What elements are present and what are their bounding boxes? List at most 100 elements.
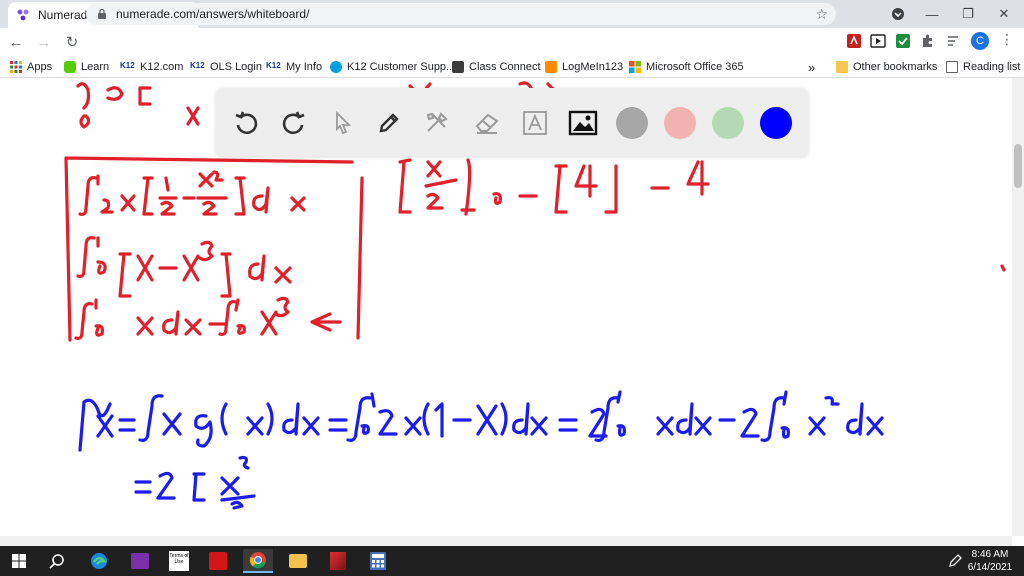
taskbar-app[interactable] — [323, 549, 353, 573]
color-swatch-gray[interactable] — [616, 107, 648, 139]
chrome-icon — [249, 552, 266, 569]
folder-icon — [836, 61, 848, 73]
taskbar-calculator[interactable] — [363, 549, 393, 573]
taskbar-chrome[interactable] — [243, 549, 273, 573]
edge-icon — [91, 553, 107, 569]
bookmark-label: Class Connect — [469, 61, 541, 73]
arrow-left-icon: ← — [8, 33, 24, 51]
reload-icon: ↻ — [65, 34, 79, 51]
url-text: numerade.com/answers/whiteboard/ — [116, 7, 310, 21]
forward-button[interactable]: → — [32, 30, 56, 54]
terms-of-use-icon: Terms of Use — [169, 551, 189, 571]
text-icon — [523, 111, 547, 135]
puzzle-extensions-icon[interactable] — [920, 33, 936, 49]
pdf-extension-icon[interactable] — [846, 33, 862, 49]
taskbar-edge[interactable] — [84, 549, 114, 573]
scrollbar-thumb[interactable] — [1014, 144, 1022, 188]
taskbar-acrobat[interactable] — [203, 549, 233, 573]
color-swatch-blue[interactable] — [760, 107, 792, 139]
bookmark-label: LogMeIn123 — [562, 61, 624, 73]
bookmark-label: My Info — [286, 61, 323, 73]
bookmark-k12[interactable]: K12 K12.com — [120, 59, 183, 75]
taskbar-teams[interactable] — [125, 549, 155, 573]
acrobat-icon — [209, 552, 227, 570]
lightning-app-icon — [330, 552, 346, 570]
presenter-app-icon — [131, 553, 149, 569]
tab-search-icon — [892, 8, 904, 20]
undo-icon — [235, 111, 258, 135]
bookmark-class-connect[interactable]: Class Connect — [452, 59, 541, 75]
window-close-button[interactable]: ✕ — [986, 0, 1022, 28]
back-button[interactable]: ← — [4, 30, 28, 54]
bookmark-label: K12 Customer Supp... — [347, 61, 456, 73]
k12-icon: K12 — [120, 61, 135, 70]
horizontal-scrollbar[interactable] — [0, 536, 1012, 546]
restore-button[interactable]: ❐ — [950, 0, 986, 28]
bookmark-office-365[interactable]: Microsoft Office 365 — [629, 59, 744, 75]
bookmark-label: K12.com — [140, 61, 184, 73]
reload-button[interactable]: ↻ — [60, 30, 84, 54]
vertical-scrollbar[interactable] — [1012, 78, 1024, 536]
bookmark-label: OLS Login — [210, 61, 262, 73]
bookmark-my-info[interactable]: K12 My Info — [266, 59, 322, 75]
office-icon — [629, 61, 641, 73]
other-bookmarks[interactable]: Other bookmarks — [836, 59, 937, 75]
image-icon — [568, 110, 598, 136]
bookmark-k12-customer-support[interactable]: K12 Customer Supp... — [330, 59, 455, 75]
eraser-tool-button[interactable] — [472, 108, 502, 138]
pen-tool-button[interactable] — [374, 108, 404, 138]
k12-icon: K12 — [266, 61, 281, 70]
bookmark-star-icon[interactable]: ☆ — [815, 6, 828, 23]
text-tool-button[interactable] — [520, 108, 550, 138]
address-bar[interactable]: numerade.com/answers/whiteboard/ ☆ — [86, 3, 836, 25]
folder-icon — [289, 554, 307, 568]
blue-ink-strokes — [78, 390, 884, 510]
windows-logo-icon — [12, 554, 26, 568]
redo-button[interactable] — [278, 108, 308, 138]
taskbar-file-explorer[interactable] — [283, 549, 313, 573]
bookmark-logmein123[interactable]: LogMeIn123 — [545, 59, 623, 75]
bookmark-ols-login[interactable]: K12 OLS Login — [190, 59, 262, 75]
tools-button[interactable] — [422, 108, 452, 138]
bookmarks-overflow-button[interactable]: » — [808, 59, 815, 75]
bookmark-label: Reading list — [963, 61, 1021, 73]
screencast-extension-icon[interactable] — [870, 33, 886, 49]
bookmark-label: Microsoft Office 365 — [646, 61, 744, 73]
apps-grid-icon — [10, 61, 22, 73]
redo-icon — [282, 111, 305, 135]
reading-list[interactable]: Reading list — [946, 59, 1020, 75]
tab-search-button[interactable] — [880, 0, 916, 28]
minimize-button[interactable]: — — [914, 0, 950, 28]
calculator-icon — [370, 552, 386, 570]
class-connect-icon — [452, 61, 464, 73]
bookmark-apps[interactable]: Apps — [10, 59, 52, 75]
profile-avatar[interactable]: C — [971, 32, 989, 50]
clock-date: 6/14/2021 — [967, 562, 1013, 573]
eraser-icon — [475, 113, 499, 134]
chrome-menu-icon[interactable]: ⋮ — [1000, 31, 1016, 47]
start-button[interactable] — [4, 549, 34, 573]
pointer-icon — [336, 110, 352, 135]
logmein-icon — [545, 61, 557, 73]
search-button[interactable] — [42, 549, 72, 573]
tools-icon — [426, 112, 448, 132]
image-tool-button[interactable] — [568, 108, 598, 138]
bookmarks-bar: Apps Learn K12 K12.com K12 OLS Login K12… — [0, 56, 1024, 78]
pen-icon — [379, 113, 399, 133]
taskbar-terms-of-use[interactable]: Terms of Use — [164, 549, 194, 573]
color-swatch-green[interactable] — [712, 107, 744, 139]
lock-icon — [98, 8, 106, 19]
undo-button[interactable] — [232, 108, 262, 138]
numerade-favicon-icon — [17, 9, 29, 21]
color-swatch-pink[interactable] — [664, 107, 696, 139]
reading-mode-icon[interactable] — [945, 33, 961, 49]
clock-time: 8:46 AM — [971, 549, 1009, 560]
search-icon — [49, 554, 64, 569]
pointer-tool-button[interactable] — [328, 108, 358, 138]
arrow-right-icon: → — [36, 33, 52, 51]
system-clock[interactable]: 8:46 AM 6/14/2021 — [960, 548, 1020, 574]
bookmark-learn[interactable]: Learn — [64, 59, 109, 75]
shield-extension-icon[interactable] — [895, 33, 911, 49]
learn-icon — [64, 61, 76, 73]
bookmark-label: Learn — [81, 61, 110, 73]
